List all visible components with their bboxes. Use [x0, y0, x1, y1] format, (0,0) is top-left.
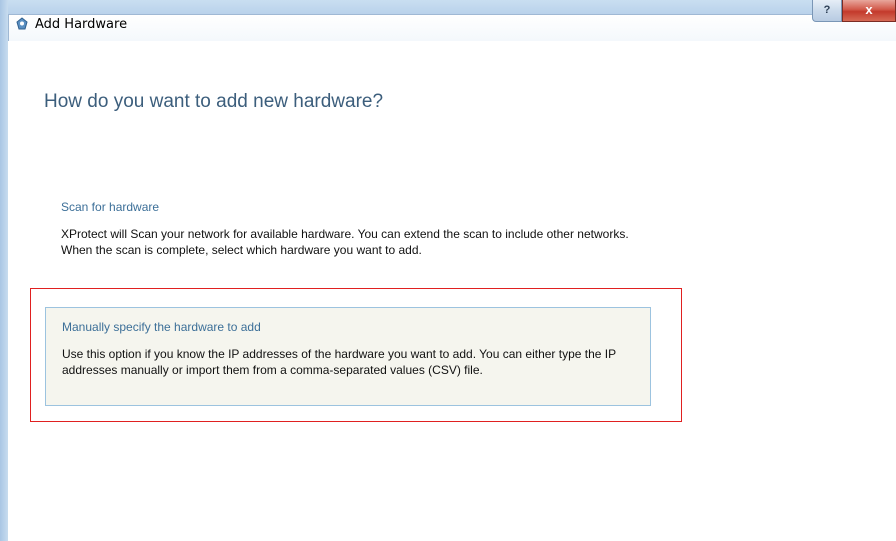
close-button[interactable]: x	[842, 0, 896, 22]
window-frame-left	[0, 0, 8, 541]
help-button[interactable]: ?	[812, 0, 842, 22]
option-description: XProtect will Scan your network for avai…	[61, 227, 629, 257]
title-tab	[8, 14, 896, 41]
option-manually-specify-hardware[interactable]: Manually specify the hardware to add Use…	[45, 307, 651, 406]
option-description: Use this option if you know the IP addre…	[62, 347, 616, 377]
close-icon: x	[865, 2, 873, 17]
wizard-content	[9, 41, 896, 541]
app-icon	[15, 17, 29, 31]
option-title: Scan for hardware	[61, 200, 160, 214]
page-title: How do you want to add new hardware?	[44, 91, 384, 112]
option-scan-for-hardware[interactable]: Scan for hardware XProtect will Scan you…	[45, 188, 651, 272]
help-icon: ?	[823, 4, 831, 16]
window-title: Add Hardware	[35, 17, 128, 32]
add-hardware-window: Add Hardware ? x How do you want to add …	[0, 0, 896, 541]
option-title: Manually specify the hardware to add	[62, 320, 261, 334]
